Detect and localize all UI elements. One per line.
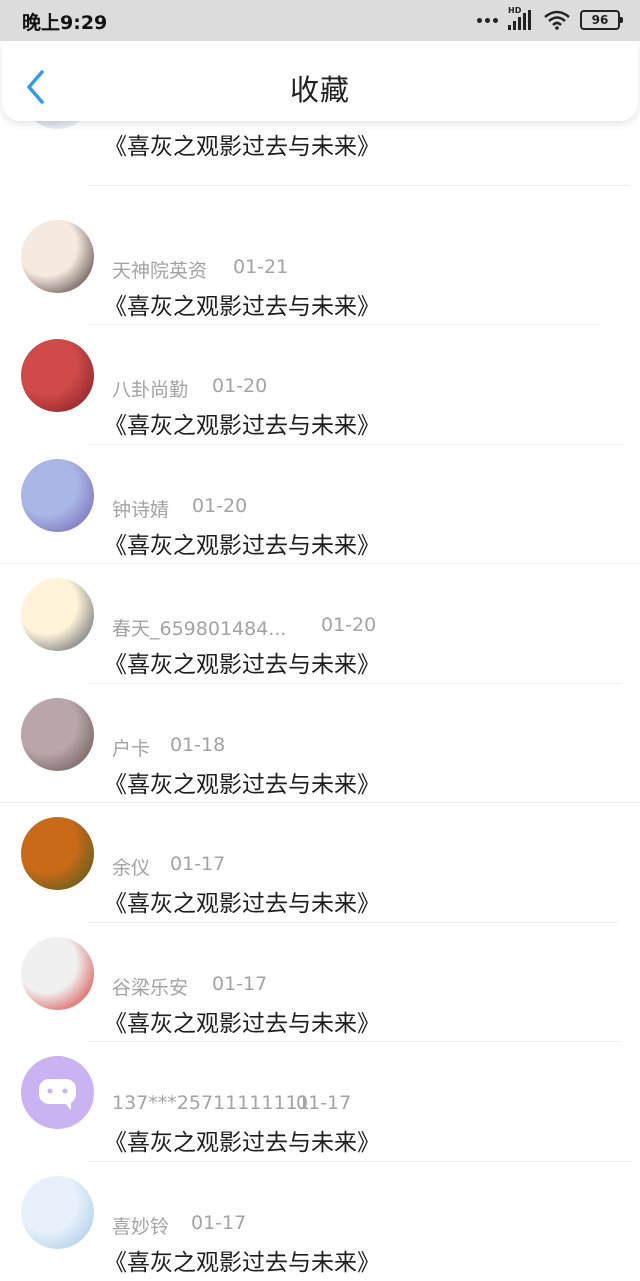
page-title: 收藏 (2, 67, 638, 109)
status-time: 晚上9:29 (22, 8, 107, 35)
post-date: 01-17 (212, 973, 267, 995)
avatar[interactable] (21, 1176, 94, 1249)
post-title[interactable]: 《喜灰之观影过去与未来》 (104, 526, 380, 560)
network-label: HD (508, 6, 521, 15)
item-meta: 喜妙铃 01-17 (112, 1212, 169, 1239)
item-meta: 户卡 01-18 (112, 734, 150, 761)
post-title[interactable]: 《喜灰之观影过去与未来》 (104, 884, 380, 918)
list-item[interactable]: 八卦尚勤 01-20 《喜灰之观影过去与未来》 (0, 325, 640, 445)
status-bar: 晚上9:29 HD 96 (0, 0, 640, 41)
item-meta: 天神院英资 01-21 (112, 256, 207, 283)
post-date: 01-17 (296, 1092, 351, 1114)
post-title[interactable]: 《喜灰之观影过去与未来》 (104, 1004, 380, 1038)
avatar[interactable] (21, 339, 94, 412)
post-title[interactable]: 《喜灰之观影过去与未来》 (104, 406, 380, 440)
item-meta: 余仪 01-17 (112, 853, 150, 880)
post-title[interactable]: 《喜灰之观影过去与未来》 (104, 1123, 380, 1157)
list-item[interactable]: 春天_659801484... 01-20 《喜灰之观影过去与未来》 (0, 564, 640, 684)
list-item[interactable]: 137***25711111111 01-17 《喜灰之观影过去与未来》 (0, 1042, 640, 1162)
list-item[interactable]: 喜妙铃 01-17 《喜灰之观影过去与未来》 (0, 1162, 640, 1281)
item-meta: 钟诗婧 01-20 (112, 495, 169, 522)
author-name: 喜妙铃 (112, 1216, 169, 1238)
list-item[interactable]: 谷梁乐安 01-17 《喜灰之观影过去与未来》 (0, 923, 640, 1043)
post-title[interactable]: 《喜灰之观影过去与未来》 (104, 1243, 380, 1277)
author-name: 谷梁乐安 (112, 977, 188, 999)
item-meta: 137***25711111111 01-17 (112, 1092, 310, 1114)
chat-bubble-icon (21, 1056, 94, 1129)
post-date: 01-20 (321, 614, 376, 636)
list-item[interactable]: 钟诗婧 01-20 《喜灰之观影过去与未来》 (0, 445, 640, 565)
author-name: 137***25711111111 (112, 1092, 310, 1114)
post-date: 01-18 (170, 734, 225, 756)
list-item[interactable]: 户卡 01-18 《喜灰之观影过去与未来》 (0, 684, 640, 804)
avatar[interactable] (21, 459, 94, 532)
more-dots-icon (477, 18, 498, 23)
post-date: 01-21 (233, 256, 288, 278)
author-name: 八卦尚勤 (112, 379, 188, 401)
post-title[interactable]: 《喜灰之观影过去与未来》 (104, 645, 380, 679)
author-name: 春天_659801484... (112, 618, 286, 640)
status-icons: HD 96 (477, 8, 620, 32)
author-name: 天神院英资 (112, 260, 207, 282)
avatar[interactable] (21, 578, 94, 651)
post-date: 01-17 (170, 853, 225, 875)
signal-icon: HD (508, 10, 534, 30)
author-name: 户卡 (112, 738, 150, 760)
item-meta: 春天_659801484... 01-20 (112, 614, 286, 641)
post-date: 01-20 (192, 495, 247, 517)
post-title[interactable]: 《喜灰之观影过去与未来》 (104, 287, 380, 321)
list-item[interactable]: 天神院英资 01-21 《喜灰之观影过去与未来》 (0, 206, 640, 326)
item-meta: 谷梁乐安 01-17 (112, 973, 188, 1000)
author-name: 钟诗婧 (112, 499, 169, 521)
battery-indicator: 96 (580, 10, 620, 30)
wifi-icon (544, 10, 570, 30)
post-title[interactable]: 《喜灰之观影过去与未来》 (104, 765, 380, 799)
avatar[interactable] (21, 937, 94, 1010)
avatar[interactable] (21, 1056, 94, 1129)
list-item[interactable]: 余仪 01-17 《喜灰之观影过去与未来》 (0, 803, 640, 923)
avatar[interactable] (21, 817, 94, 890)
avatar[interactable] (21, 220, 94, 293)
top-nav-bar: 收藏 (2, 41, 638, 121)
author-name: 余仪 (112, 857, 150, 879)
avatar[interactable] (21, 698, 94, 771)
post-date: 01-17 (191, 1212, 246, 1234)
post-date: 01-20 (212, 375, 267, 397)
divider (88, 185, 630, 186)
post-title[interactable]: 《喜灰之观影过去与未来》 (104, 127, 380, 161)
item-meta: 八卦尚勤 01-20 (112, 375, 188, 402)
